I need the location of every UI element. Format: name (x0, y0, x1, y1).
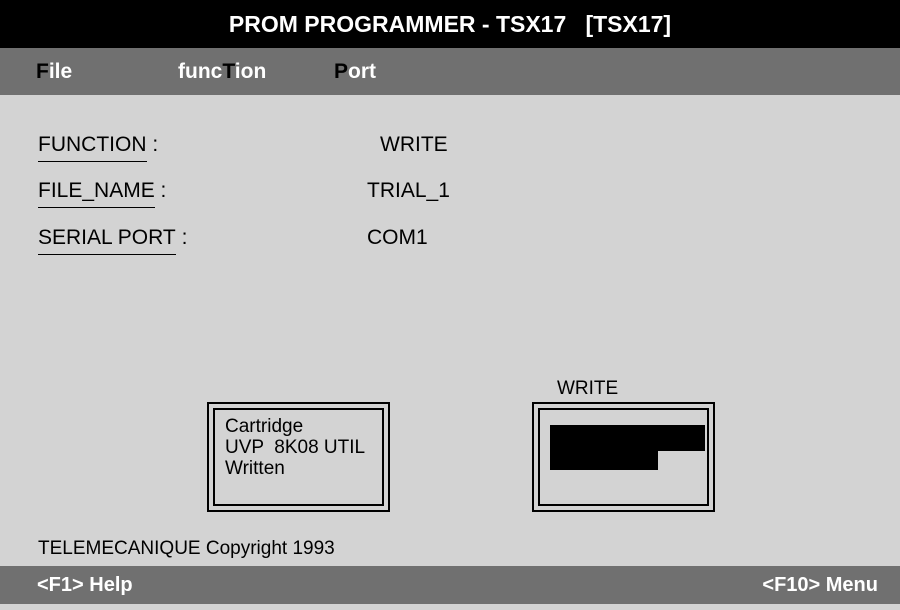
function-label: FUNCTION : (38, 133, 158, 162)
write-progress-label: WRITE (557, 378, 619, 399)
menu-function-label: ion (234, 60, 267, 83)
write-progress-box (532, 402, 715, 512)
file-name-separator: : (160, 179, 167, 202)
function-separator: : (152, 133, 159, 156)
menu-file-hotkey: F (36, 60, 49, 83)
menu-port[interactable]: Port (334, 48, 376, 95)
menu-port-hotkey: P (334, 60, 349, 83)
file-name-value: TRIAL_1 (367, 179, 450, 202)
copyright-text: TELEMECANIQUE Copyright 1993 (38, 538, 335, 559)
file-name-label: FILE_NAME : (38, 179, 166, 208)
status-line-3: Written (225, 458, 285, 479)
menu-function[interactable]: funcTion (178, 48, 266, 95)
status-line-1: Cartridge (225, 416, 304, 437)
cartridge-status-box: Cartridge UVP 8K08 UTIL Written (207, 402, 390, 512)
menu-function-hotkey: T (222, 60, 235, 83)
menu-port-label: ort (348, 60, 377, 83)
file-name-label-text: FILE_NAME (38, 179, 155, 208)
serial-port-separator: : (181, 226, 188, 249)
title-bar: PROM PROGRAMMER - TSX17 [TSX17] (0, 0, 900, 48)
progress-bar-bottom (550, 450, 658, 470)
menu-function-label-pre: func (178, 60, 223, 83)
function-value: WRITE (380, 133, 448, 156)
menu-bar: File funcTion Port (0, 48, 900, 95)
menu-file[interactable]: File (36, 48, 72, 95)
status-line-2: UVP 8K08 UTIL (225, 437, 366, 458)
menu-file-label: ile (48, 60, 73, 83)
serial-port-label: SERIAL PORT : (38, 226, 187, 255)
menu-key[interactable]: <F10> Menu (762, 560, 878, 610)
function-label-text: FUNCTION (38, 133, 147, 162)
progress-bar-top (550, 425, 705, 451)
serial-port-label-text: SERIAL PORT (38, 226, 176, 255)
serial-port-value: COM1 (367, 226, 428, 249)
write-progress-inner (538, 408, 709, 506)
status-bar: <F1> Help <F10> Menu (0, 566, 900, 604)
help-key[interactable]: <F1> Help (37, 560, 133, 610)
window-title: PROM PROGRAMMER - TSX17 [TSX17] (228, 11, 672, 37)
cartridge-status-inner: Cartridge UVP 8K08 UTIL Written (213, 408, 384, 506)
